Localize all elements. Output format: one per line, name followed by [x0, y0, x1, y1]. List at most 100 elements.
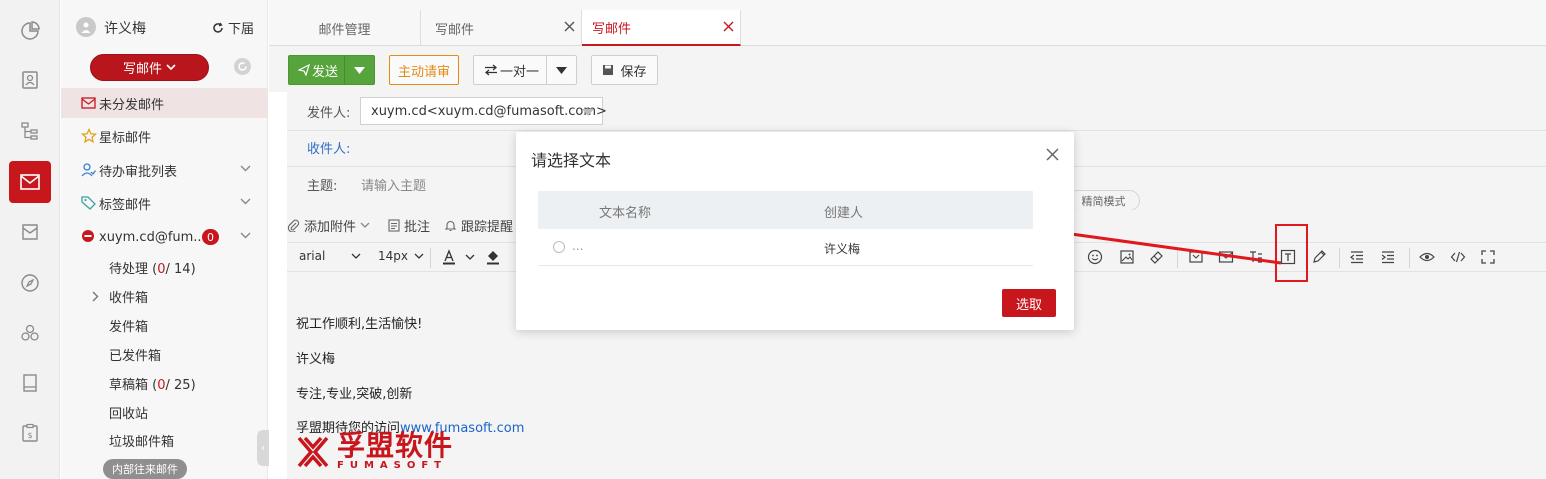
select-text-dialog: 请选择文本 文本名称 创建人 ... 许义梅 选取: [516, 132, 1074, 330]
mode-dropdown[interactable]: [546, 56, 576, 84]
sidebar-item-tagged[interactable]: 标签邮件: [61, 188, 268, 218]
annotate-button[interactable]: 批注: [388, 216, 430, 235]
body-line: 许义梅: [296, 352, 336, 367]
paperclip-icon: [287, 219, 300, 232]
source-code-button[interactable]: [1450, 249, 1466, 265]
sidebar-item-account[interactable]: xuym.cd@fum... 0: [61, 222, 268, 252]
refresh-button[interactable]: [234, 58, 251, 75]
sender-select[interactable]: xuym.cd<xuym.cd@fumasoft.com>: [360, 97, 607, 125]
contacts-icon[interactable]: [9, 59, 51, 101]
user-name: 许义梅: [104, 21, 146, 37]
indent-button[interactable]: [1380, 249, 1396, 265]
refresh-small-icon: [213, 22, 223, 33]
table-row[interactable]: ... 许义梅: [538, 229, 1033, 266]
insert-image-button[interactable]: [1119, 249, 1135, 265]
add-attachment-button[interactable]: 添加附件: [287, 216, 370, 235]
simple-mode-toggle[interactable]: 精简模式: [1067, 190, 1140, 211]
divider: [287, 130, 1546, 131]
dialog-title: 请选择文本: [531, 151, 612, 170]
signature-button[interactable]: [1218, 249, 1234, 265]
template-button[interactable]: [1188, 249, 1204, 265]
subject-input[interactable]: 请输入主题: [361, 175, 426, 194]
font-size-select[interactable]: 14px: [378, 249, 424, 263]
chevron-down-icon[interactable]: [240, 165, 251, 172]
review-request-button[interactable]: 主动请审: [389, 55, 459, 85]
app-rail: $: [0, 0, 60, 479]
highlight-color-button[interactable]: [485, 249, 501, 265]
paint-bucket-icon: [487, 251, 499, 265]
sidebar-item-undistributed[interactable]: 未分发邮件: [61, 88, 268, 118]
signature-pen-button[interactable]: [1311, 249, 1327, 265]
pie-chart-icon[interactable]: [9, 10, 51, 52]
fullscreen-button[interactable]: [1480, 249, 1496, 265]
format-painter-button[interactable]: [1149, 249, 1165, 265]
one-to-one-button[interactable]: 一对一: [473, 55, 577, 85]
folder-label: 待处理: [109, 262, 149, 277]
select-button[interactable]: 选取: [1002, 289, 1056, 317]
outdent-button[interactable]: [1349, 249, 1365, 265]
chevron-down-icon[interactable]: [240, 232, 251, 239]
font-family-select[interactable]: arial: [299, 249, 361, 263]
font-size-value: 14px: [378, 249, 408, 263]
folder-pending[interactable]: 待处理 (0/ 14): [109, 258, 196, 277]
folder-inbox[interactable]: 收件箱: [109, 287, 148, 306]
send-dropdown[interactable]: [344, 56, 374, 84]
close-icon[interactable]: [723, 21, 734, 32]
folder-sent[interactable]: 已发件箱: [109, 345, 161, 364]
row-radio[interactable]: [553, 241, 565, 253]
org-tree-icon[interactable]: [9, 110, 51, 152]
text-name-cell: ...: [572, 239, 584, 253]
folder-drafts[interactable]: 草稿箱 (0/ 25): [109, 374, 196, 393]
avatar[interactable]: [76, 17, 96, 37]
mail-x-icon: [81, 97, 96, 109]
tag-pill[interactable]: 内部往来邮件: [103, 459, 187, 479]
font-color-button[interactable]: [441, 249, 475, 265]
tab-compose-1[interactable]: 写邮件: [421, 10, 582, 46]
clipboard-dollar-icon[interactable]: $: [9, 412, 51, 454]
divider: [1177, 248, 1178, 268]
preview-button[interactable]: [1419, 249, 1435, 265]
folder-label: 垃圾邮件箱: [109, 435, 175, 450]
folder-spam[interactable]: 垃圾邮件箱: [109, 431, 174, 450]
caret-down-icon: [354, 66, 365, 74]
sidebar-collapse-handle[interactable]: ‹: [257, 430, 269, 466]
send-button[interactable]: 发送: [288, 55, 375, 85]
sidebar-item-label: 未分发邮件: [99, 97, 165, 113]
folder-label: 收件箱: [109, 291, 149, 306]
tab-compose-2[interactable]: 写邮件: [582, 10, 741, 46]
tab-label: 写邮件: [435, 22, 475, 38]
group-icon[interactable]: [9, 312, 51, 354]
compass-icon[interactable]: [9, 262, 51, 304]
divider: [1339, 248, 1340, 268]
sidebar-item-approvals[interactable]: 待办审批列表: [61, 155, 268, 185]
chevron-right-icon[interactable]: [92, 291, 99, 302]
envelope-icon: [1218, 251, 1234, 263]
logo-text-cn: 孚盟软件: [337, 429, 454, 462]
close-icon[interactable]: [564, 21, 575, 32]
book-icon[interactable]: [9, 362, 51, 404]
close-icon[interactable]: [1046, 148, 1059, 161]
text-format-button[interactable]: [1248, 249, 1264, 265]
text-table: 文本名称 创建人 ... 许义梅: [538, 191, 1033, 266]
sidebar-item-starred[interactable]: 星标邮件: [61, 121, 268, 151]
tab-mail-management[interactable]: 邮件管理: [269, 10, 421, 46]
annotate-label: 批注: [404, 220, 431, 235]
swap-icon: [484, 64, 498, 76]
recipient-label[interactable]: 收件人:: [307, 138, 350, 157]
company-logo: 孚盟软件 FUMASOFT: [295, 432, 453, 471]
compose-button[interactable]: 写邮件: [90, 54, 209, 81]
folder-trash[interactable]: 回收站: [109, 403, 148, 422]
folder-count-unread: 0: [157, 262, 166, 277]
chevron-down-icon[interactable]: [240, 198, 251, 205]
mail-icon[interactable]: [9, 161, 51, 203]
inbox-tray-icon[interactable]: [9, 211, 51, 253]
logo-text-en: FUMASOFT: [337, 460, 447, 471]
caret-down-icon: [582, 109, 594, 116]
save-button[interactable]: 保存: [591, 55, 658, 85]
bottom-link[interactable]: 下届: [212, 18, 254, 37]
track-reminder-button[interactable]: 跟踪提醒: [444, 216, 513, 235]
code-icon: [1450, 251, 1466, 263]
emoji-button[interactable]: [1087, 249, 1103, 265]
sidebar-item-label: 标签邮件: [99, 197, 152, 213]
folder-outbox[interactable]: 发件箱: [109, 316, 148, 335]
